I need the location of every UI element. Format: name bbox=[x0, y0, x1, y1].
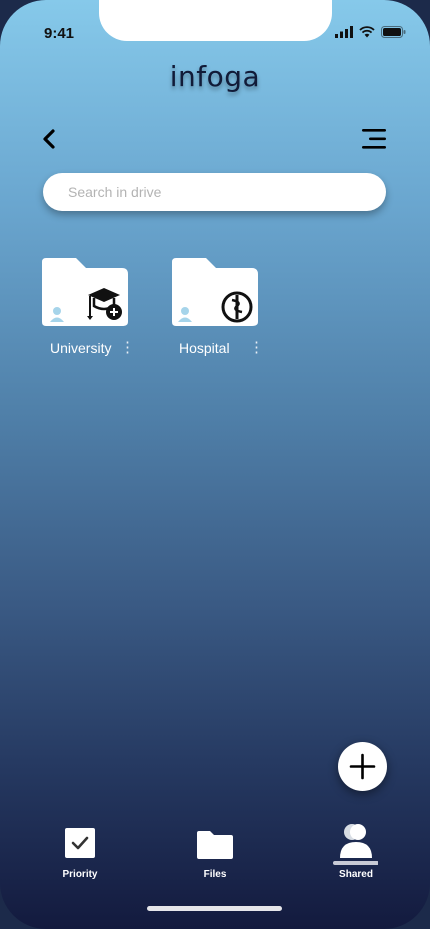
person-icon bbox=[178, 307, 192, 322]
folder-label-university[interactable]: University bbox=[50, 340, 111, 356]
signal-icon bbox=[335, 26, 353, 38]
folder-icon bbox=[197, 831, 233, 859]
shared-users-icon bbox=[333, 824, 379, 865]
nav-label-shared[interactable]: Shared bbox=[316, 869, 396, 880]
add-button[interactable] bbox=[338, 742, 387, 791]
nav-shared[interactable] bbox=[332, 822, 379, 871]
wifi-icon bbox=[359, 26, 375, 38]
nav-label-files[interactable]: Files bbox=[175, 869, 255, 880]
kebab-icon[interactable]: ⋮ bbox=[120, 340, 135, 355]
nav-priority[interactable] bbox=[64, 827, 96, 864]
app-logo: infoga bbox=[169, 60, 261, 93]
folder-university[interactable] bbox=[42, 258, 128, 326]
status-icons bbox=[335, 26, 406, 38]
menu-icon[interactable] bbox=[360, 127, 388, 151]
plus-icon bbox=[349, 753, 376, 780]
home-indicator bbox=[147, 906, 282, 911]
chevron-left-icon[interactable] bbox=[38, 125, 64, 153]
folder-hospital[interactable] bbox=[172, 258, 258, 326]
graduation-cap-plus-icon bbox=[87, 288, 122, 320]
notch bbox=[99, 0, 332, 41]
medical-caduceus-icon bbox=[221, 291, 253, 323]
search-bar[interactable] bbox=[43, 173, 386, 211]
nav-files[interactable] bbox=[196, 830, 234, 865]
battery-icon bbox=[381, 26, 406, 38]
kebab-icon[interactable]: ⋮ bbox=[249, 340, 264, 355]
folder-label-hospital[interactable]: Hospital bbox=[179, 340, 230, 356]
search-input[interactable] bbox=[43, 173, 368, 211]
phone-screen: 9:41 infoga Search in drive University ⋮… bbox=[0, 0, 430, 929]
checkbox-icon bbox=[65, 828, 95, 858]
nav-label-priority[interactable]: Priority bbox=[40, 869, 120, 880]
status-time: 9:41 bbox=[44, 25, 75, 42]
person-icon bbox=[50, 307, 64, 322]
